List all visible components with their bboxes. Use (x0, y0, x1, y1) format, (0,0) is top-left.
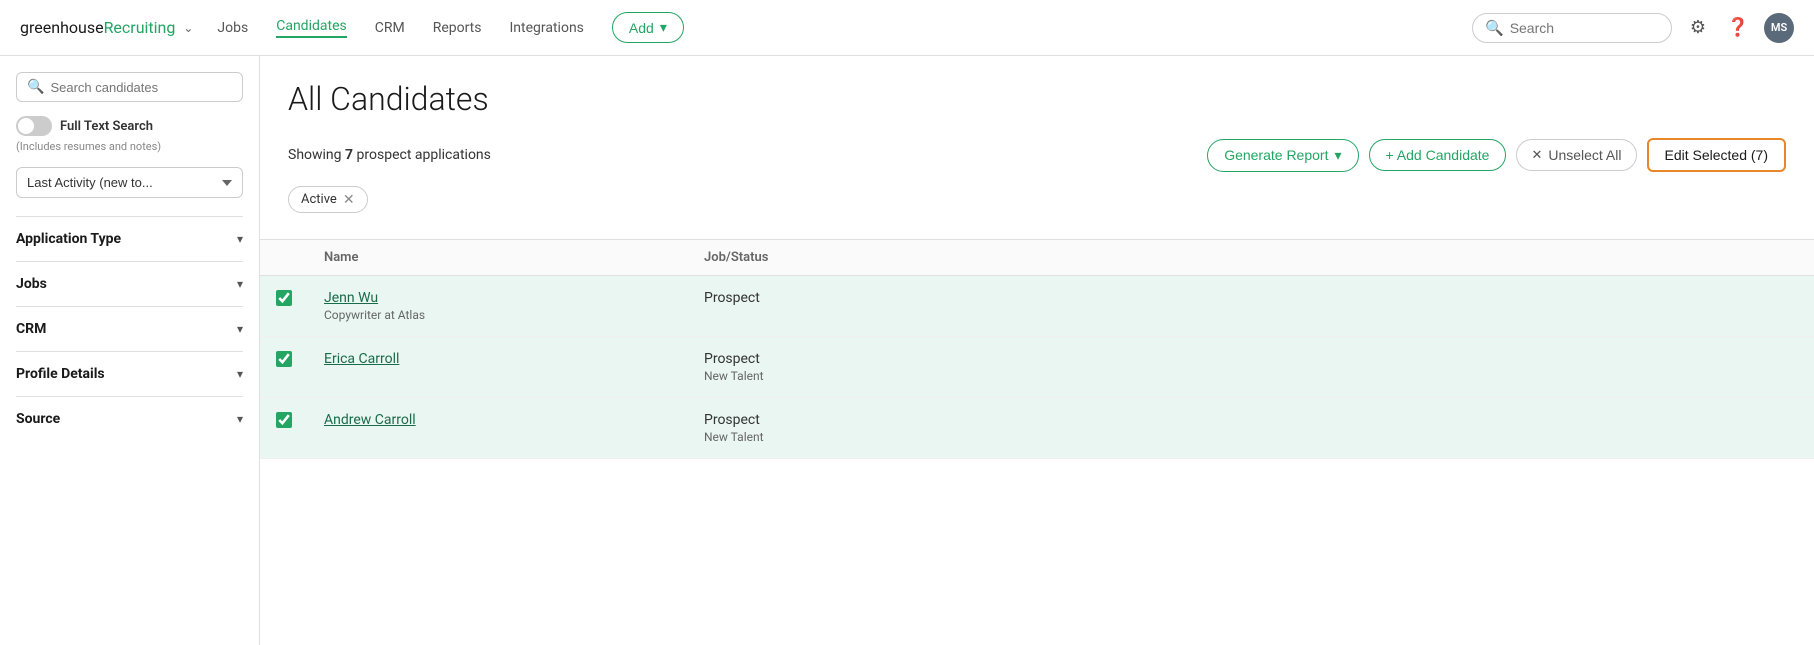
edit-selected-button[interactable]: Edit Selected (7) (1647, 138, 1787, 172)
generate-report-chevron-icon: ▾ (1334, 147, 1341, 164)
active-filter-label: Active (301, 192, 337, 207)
generate-report-label: Generate Report (1224, 147, 1328, 163)
candidate-status-sub-andrew-carroll: New Talent (704, 430, 1798, 444)
nav-link-reports[interactable]: Reports (433, 20, 482, 36)
sort-select[interactable]: Last Activity (new to... (16, 167, 243, 198)
search-input[interactable] (1510, 20, 1659, 36)
table-row: Andrew Carroll Prospect New Talent (260, 398, 1814, 459)
filter-source: Source ▾ (16, 396, 243, 441)
candidate-checkbox-andrew-carroll[interactable] (276, 412, 292, 428)
logo-name: greenhouse (20, 18, 104, 37)
filter-crm-header[interactable]: CRM ▾ (16, 321, 243, 337)
nav-link-jobs[interactable]: Jobs (217, 20, 248, 36)
active-filter-tag: Active ✕ (288, 186, 368, 213)
filter-application-type: Application Type ▾ (16, 216, 243, 261)
logo-chevron-icon: ⌄ (183, 21, 193, 35)
includes-note: (Includes resumes and notes) (16, 140, 243, 153)
full-text-row: Full Text Search (16, 116, 243, 136)
sidebar-search-icon: 🔍 (27, 79, 44, 95)
filter-application-type-header[interactable]: Application Type ▾ (16, 231, 243, 247)
candidates-table: Name Job/Status Jenn Wu Copywriter at At… (260, 239, 1814, 459)
filter-source-header[interactable]: Source ▾ (16, 411, 243, 427)
avatar[interactable]: MS (1764, 13, 1794, 43)
table-header-name: Name (308, 240, 688, 276)
nav-links: Jobs Candidates CRM Reports Integrations… (217, 12, 1472, 43)
logo-text: greenhouseRecruiting (20, 18, 175, 37)
candidate-name-erica-carroll[interactable]: Erica Carroll (324, 351, 672, 367)
nav-right: 🔍 ⚙ ❓ MS (1472, 13, 1794, 43)
remove-active-filter-button[interactable]: ✕ (343, 191, 355, 208)
global-search-box[interactable]: 🔍 (1472, 13, 1672, 43)
active-filter-tags: Active ✕ (288, 186, 1786, 213)
sidebar: 🔍 Full Text Search (Includes resumes and… (0, 56, 260, 645)
x-icon: ✕ (1531, 147, 1542, 163)
filter-crm-chevron-icon: ▾ (237, 322, 243, 336)
logo-green: Recruiting (104, 18, 176, 37)
toolbar: Showing 7 prospect applications Generate… (288, 138, 1786, 172)
candidate-status-jenn-wu: Prospect (704, 290, 1798, 306)
showing-count: 7 (345, 147, 353, 163)
main-content: All Candidates Showing 7 prospect applic… (260, 56, 1814, 645)
candidate-search-input[interactable] (50, 80, 232, 95)
filter-jobs-label: Jobs (16, 276, 47, 292)
filter-source-chevron-icon: ▾ (237, 412, 243, 426)
candidate-status-andrew-carroll: Prospect (704, 412, 1798, 428)
unselect-all-button[interactable]: ✕ Unselect All (1516, 139, 1636, 171)
add-button[interactable]: Add ▾ (612, 12, 684, 43)
candidate-sub-jenn-wu: Copywriter at Atlas (324, 308, 672, 322)
full-text-toggle[interactable] (16, 116, 52, 136)
candidate-name-jenn-wu[interactable]: Jenn Wu (324, 290, 672, 306)
candidate-status-sub-erica-carroll: New Talent (704, 369, 1798, 383)
logo: greenhouseRecruiting ⌄ (20, 18, 193, 37)
unselect-all-label: Unselect All (1548, 147, 1621, 163)
add-candidate-label: + Add Candidate (1386, 147, 1490, 163)
top-nav: greenhouseRecruiting ⌄ Jobs Candidates C… (0, 0, 1814, 56)
filter-profile-details: Profile Details ▾ (16, 351, 243, 396)
filter-application-type-chevron-icon: ▾ (237, 232, 243, 246)
candidate-name-andrew-carroll[interactable]: Andrew Carroll (324, 412, 672, 428)
candidate-checkbox-erica-carroll[interactable] (276, 351, 292, 367)
table-row: Erica Carroll Prospect New Talent (260, 337, 1814, 398)
toggle-knob (18, 118, 34, 134)
showing-suffix: prospect applications (357, 147, 491, 163)
full-text-label: Full Text Search (60, 119, 153, 134)
filter-crm-label: CRM (16, 321, 46, 337)
candidates-table-body: Jenn Wu Copywriter at Atlas Prospect Eri… (260, 276, 1814, 459)
filter-source-label: Source (16, 411, 60, 427)
help-icon[interactable]: ❓ (1724, 14, 1752, 42)
filter-profile-details-label: Profile Details (16, 366, 105, 382)
nav-link-candidates[interactable]: Candidates (276, 18, 347, 38)
settings-icon[interactable]: ⚙ (1684, 14, 1712, 42)
table-row: Jenn Wu Copywriter at Atlas Prospect (260, 276, 1814, 337)
filter-profile-details-chevron-icon: ▾ (237, 367, 243, 381)
filter-profile-details-header[interactable]: Profile Details ▾ (16, 366, 243, 382)
filter-application-type-label: Application Type (16, 231, 121, 247)
candidate-status-erica-carroll: Prospect (704, 351, 1798, 367)
filter-crm: CRM ▾ (16, 306, 243, 351)
table-header-checkbox-col (260, 240, 308, 276)
add-candidate-button[interactable]: + Add Candidate (1369, 139, 1507, 171)
filter-jobs: Jobs ▾ (16, 261, 243, 306)
edit-selected-label: Edit Selected (7) (1665, 147, 1769, 163)
table-header: Name Job/Status (260, 240, 1814, 276)
search-icon: 🔍 (1485, 19, 1504, 37)
main-header: All Candidates Showing 7 prospect applic… (260, 56, 1814, 239)
add-chevron-icon: ▾ (660, 19, 667, 36)
showing-text: Showing 7 prospect applications (288, 147, 1197, 163)
table-header-job-status: Job/Status (688, 240, 1814, 276)
candidate-checkbox-jenn-wu[interactable] (276, 290, 292, 306)
add-label: Add (629, 20, 654, 36)
filter-jobs-chevron-icon: ▾ (237, 277, 243, 291)
page-title: All Candidates (288, 80, 1786, 118)
showing-prefix: Showing (288, 147, 345, 163)
nav-link-crm[interactable]: CRM (375, 20, 405, 36)
filter-jobs-header[interactable]: Jobs ▾ (16, 276, 243, 292)
generate-report-button[interactable]: Generate Report ▾ (1207, 139, 1358, 172)
candidate-search-box[interactable]: 🔍 (16, 72, 243, 102)
page-body: 🔍 Full Text Search (Includes resumes and… (0, 56, 1814, 645)
nav-link-integrations[interactable]: Integrations (509, 20, 583, 36)
